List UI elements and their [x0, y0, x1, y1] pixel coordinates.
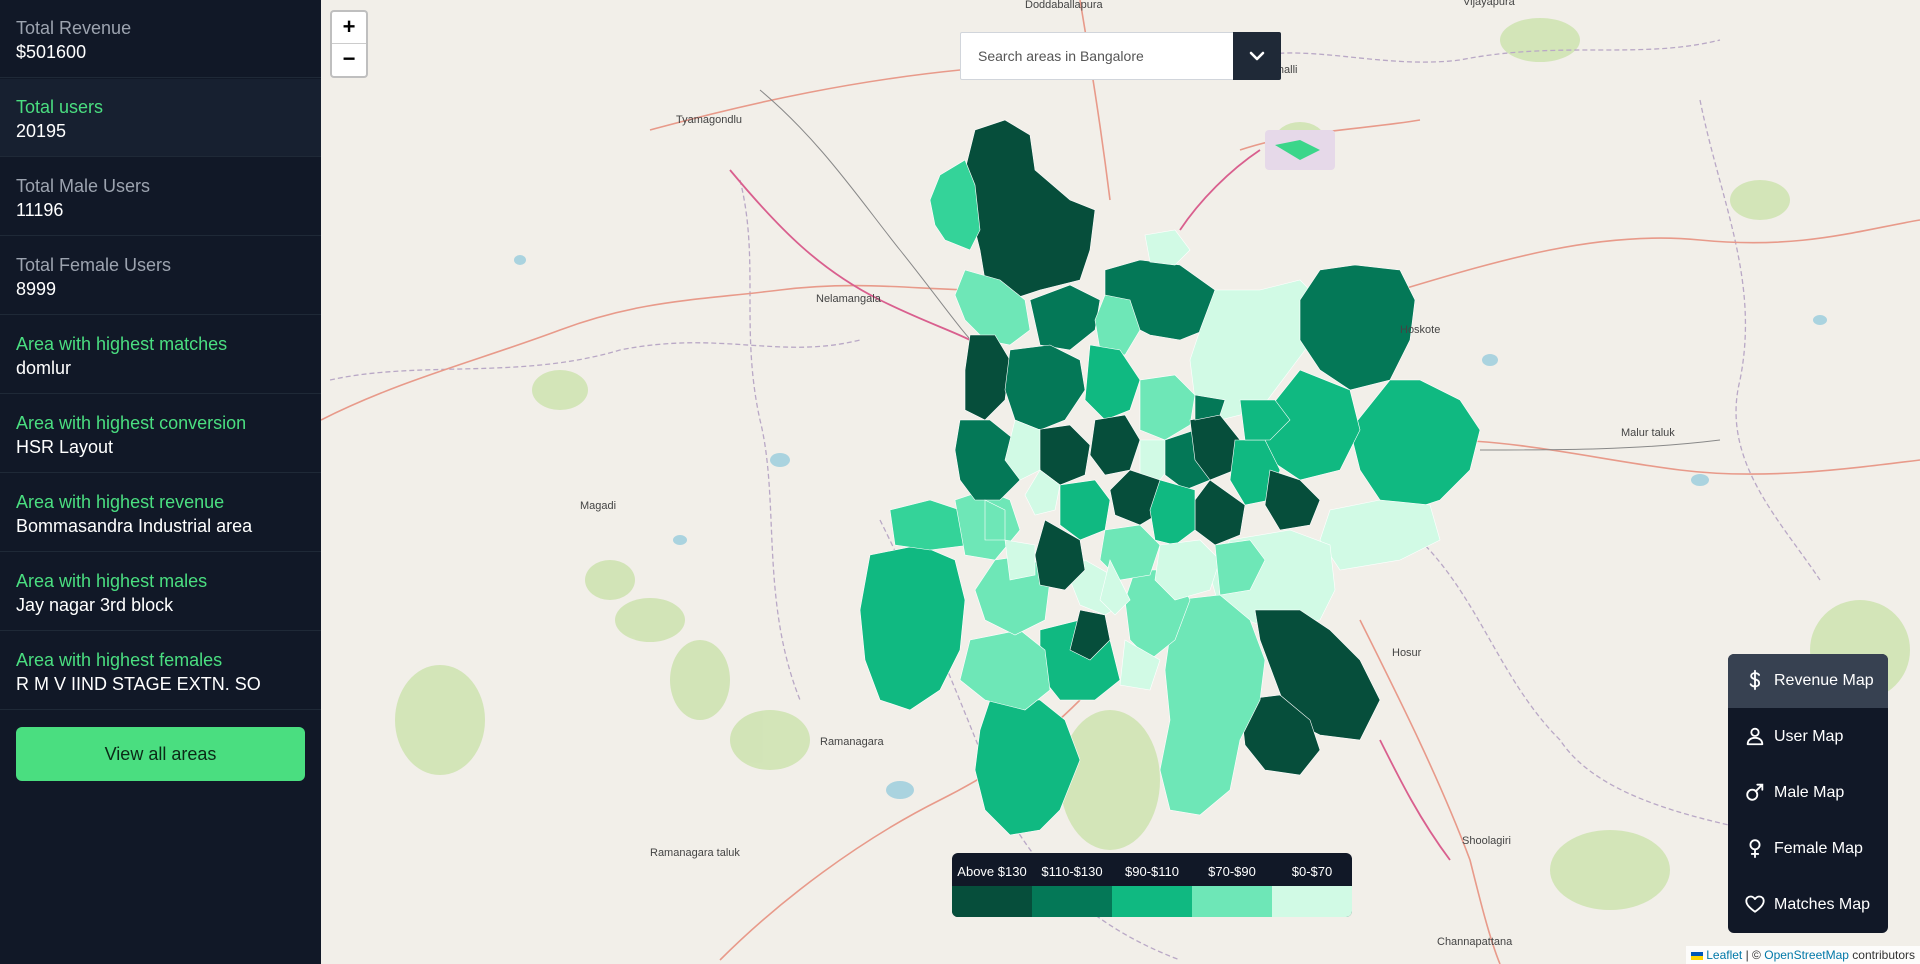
stat-label: Area with highest males [16, 571, 208, 591]
menu-item-user-map[interactable]: User Map [1728, 710, 1888, 764]
place-label: Ramanagara taluk [650, 847, 740, 859]
stat-value: Jay nagar 3rd block [16, 595, 174, 615]
airport-area [1265, 130, 1335, 170]
menu-item-label: Revenue Map [1774, 672, 1874, 689]
stat-label: Total Revenue [16, 18, 132, 38]
stat-value: 20195 [16, 121, 67, 141]
place-label: Malur taluk [1621, 427, 1675, 439]
heart-icon [1745, 895, 1765, 913]
menu-item-label: Male Map [1774, 784, 1845, 801]
stat-label: Total users [16, 97, 104, 117]
legend-swatch [952, 886, 1032, 917]
user-icon [1746, 727, 1764, 746]
legend-swatch [1272, 886, 1352, 917]
male-icon [1746, 783, 1764, 801]
legend-item: $110-$130 [1032, 853, 1112, 917]
stat-highest-conversion: Area with highest conversion HSR Layout [0, 395, 321, 473]
map-type-menu: Revenue Map User Map Male Map Female Map… [1728, 654, 1888, 933]
legend-label: Above $130 [957, 864, 1027, 879]
stat-label: Total Male Users [16, 176, 151, 196]
stat-label: Area with highest matches [16, 334, 228, 354]
osm-link[interactable]: OpenStreetMap [1764, 948, 1849, 962]
stat-highest-males: Area with highest males Jay nagar 3rd bl… [0, 553, 321, 631]
menu-item-female-map[interactable]: Female Map [1728, 822, 1888, 876]
area-search [960, 32, 1281, 80]
place-label: Shoolagiri [1462, 835, 1511, 847]
stat-total-female-users: Total Female Users 8999 [0, 237, 321, 315]
stat-value: Bommasandra Industrial area [16, 516, 253, 536]
map-legend: Above $130 $110-$130 $90-$110 $70-$90 $0… [952, 853, 1352, 917]
search-dropdown-button[interactable] [1233, 32, 1281, 80]
legend-item: $90-$110 [1112, 853, 1192, 917]
legend-item: $70-$90 [1192, 853, 1272, 917]
stat-value: domlur [16, 358, 72, 378]
search-input[interactable] [961, 33, 1231, 79]
dollar-icon [1749, 669, 1761, 691]
chevron-down-icon [1249, 51, 1265, 61]
stat-total-users: Total users 20195 [0, 79, 321, 157]
stat-value: HSR Layout [16, 437, 114, 457]
legend-label: $90-$110 [1125, 864, 1179, 879]
stat-value: R M V IIND STAGE EXTN. SO [16, 674, 261, 694]
stat-value: 11196 [16, 200, 64, 220]
legend-label: $70-$90 [1208, 864, 1256, 879]
stat-value: 8999 [16, 279, 57, 299]
place-label: Nelamangala [816, 293, 882, 305]
menu-item-revenue-map[interactable]: Revenue Map [1728, 654, 1888, 708]
leaflet-link[interactable]: Leaflet [1706, 948, 1742, 962]
map-attribution: Leaflet | © OpenStreetMap contributors [1685, 946, 1920, 964]
stat-value: $501600 [16, 42, 87, 62]
place-label: Hosur [1392, 647, 1422, 659]
menu-item-label: Matches Map [1774, 896, 1871, 913]
stat-highest-matches: Area with highest matches domlur [0, 316, 321, 394]
base-map: Doddaballapura Vijayapura Devanahalli Ty… [321, 0, 1920, 964]
stats-sidebar: Total Revenue $501600 Total users 20195 … [0, 0, 322, 964]
menu-item-matches-map[interactable]: Matches Map [1728, 878, 1888, 932]
attribution-separator: | © [1745, 948, 1761, 962]
legend-swatch [1112, 886, 1192, 917]
place-label: Magadi [580, 500, 616, 512]
stat-total-male-users: Total Male Users 11196 [0, 158, 321, 236]
stat-label: Area with highest conversion [16, 413, 247, 433]
menu-item-label: User Map [1774, 728, 1844, 745]
legend-item: $0-$70 [1272, 853, 1352, 917]
zoom-in-button[interactable]: + [332, 12, 366, 44]
stat-total-revenue: Total Revenue $501600 [0, 0, 321, 78]
stat-highest-revenue: Area with highest revenue Bommasandra In… [0, 474, 321, 552]
female-icon [1749, 839, 1761, 859]
flag-icon [1690, 951, 1703, 960]
place-label: Hoskote [1400, 324, 1440, 336]
stat-label: Total Female Users [16, 255, 172, 275]
legend-label: $110-$130 [1041, 864, 1103, 879]
place-label: Vijayapura [1463, 0, 1516, 8]
map-canvas[interactable]: Doddaballapura Vijayapura Devanahalli Ty… [321, 0, 1920, 964]
legend-label: $0-$70 [1291, 864, 1333, 879]
view-all-areas-button[interactable]: View all areas [16, 727, 305, 781]
menu-item-label: Female Map [1774, 840, 1863, 857]
stat-label: Area with highest revenue [16, 492, 225, 512]
attribution-suffix: contributors [1852, 948, 1915, 962]
place-label: Channapattana [1437, 936, 1513, 948]
legend-swatch [1192, 886, 1272, 917]
place-label: Tyamagondlu [676, 114, 742, 126]
legend-item: Above $130 [952, 853, 1032, 917]
stat-label: Area with highest females [16, 650, 223, 670]
legend-swatch [1032, 886, 1112, 917]
zoom-control: + − [330, 10, 368, 78]
menu-item-male-map[interactable]: Male Map [1728, 766, 1888, 820]
place-label: Ramanagara [820, 736, 884, 748]
place-label: Doddaballapura [1025, 0, 1104, 11]
zoom-out-button[interactable]: − [332, 44, 366, 75]
stat-highest-females: Area with highest females R M V IIND STA… [0, 632, 321, 710]
